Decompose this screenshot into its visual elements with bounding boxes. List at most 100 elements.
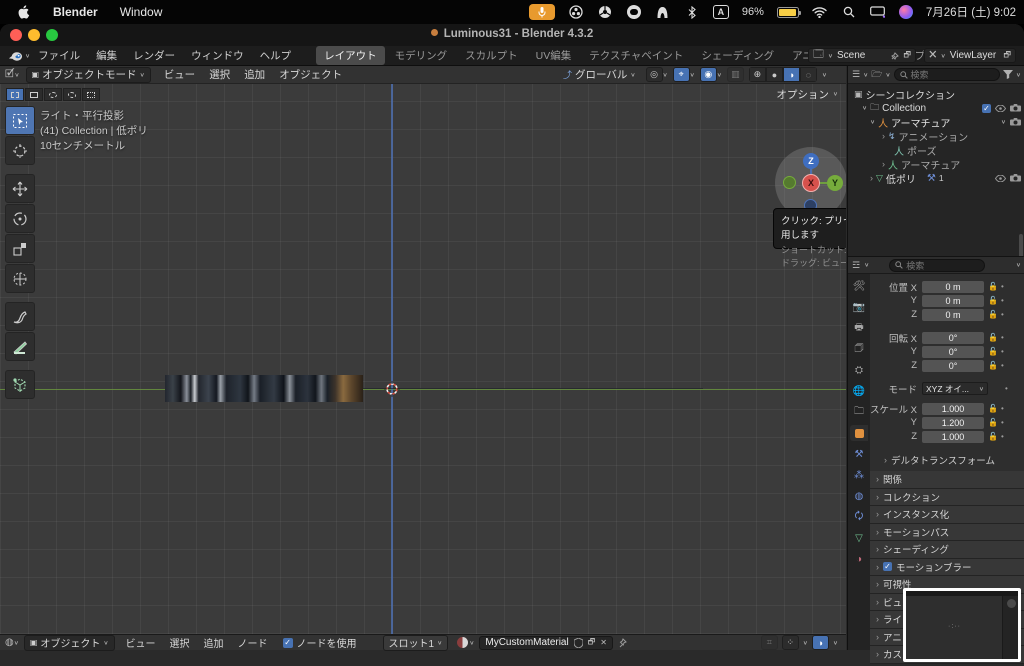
- animate-dot[interactable]: •: [1005, 384, 1008, 393]
- menubar-window-menu[interactable]: Window: [120, 5, 163, 19]
- section-motion-paths[interactable]: › モーションパス: [870, 523, 1024, 541]
- location-z-field[interactable]: 0 m: [922, 308, 984, 321]
- shader-overlay-toggle[interactable]: ◑: [811, 635, 829, 650]
- screen-share-pip-preview[interactable]: ·:··: [903, 588, 1021, 662]
- workspace-tab-uv[interactable]: UV編集: [528, 46, 580, 65]
- select-box-tool[interactable]: [5, 106, 35, 135]
- unpin-icon[interactable]: [891, 51, 900, 60]
- animate-dot[interactable]: •: [1001, 432, 1004, 441]
- shader-menu-add[interactable]: 追加: [197, 635, 231, 650]
- lock-icon[interactable]: 🔓: [988, 432, 998, 441]
- animate-dot[interactable]: •: [1001, 282, 1004, 291]
- outliner-item-armature-data[interactable]: › 人 アーマチュア: [848, 157, 1024, 172]
- tab-object[interactable]: [850, 425, 868, 441]
- scale-y-field[interactable]: 1.200: [922, 416, 984, 429]
- outliner-item-animation[interactable]: › ↯ アニメーション: [848, 129, 1024, 144]
- menu-window[interactable]: ウィンドウ: [183, 48, 252, 63]
- new-scene-icon[interactable]: 🗗: [903, 49, 911, 63]
- motion-blur-checkbox[interactable]: ✓: [883, 562, 892, 572]
- animate-dot[interactable]: •: [1001, 404, 1004, 413]
- menu-edit[interactable]: 編集: [88, 48, 125, 63]
- outliner-item-armature-object[interactable]: ∨ 人 アーマチュア ∨: [848, 115, 1024, 130]
- mic-status-button[interactable]: [528, 4, 555, 20]
- tab-viewlayer[interactable]: 🗇: [850, 341, 868, 357]
- lock-icon[interactable]: 🔓: [988, 361, 998, 370]
- workspace-tab-sculpt[interactable]: スカルプト: [457, 46, 526, 65]
- editor-type-icon[interactable]: 🗹: [5, 66, 14, 84]
- shader-menu-select[interactable]: 選択: [163, 635, 197, 650]
- shader-menu-node[interactable]: ノード: [231, 635, 275, 650]
- claw-status-icon[interactable]: [655, 4, 671, 20]
- animate-dot[interactable]: •: [1001, 418, 1004, 427]
- select-mode-box[interactable]: [25, 88, 43, 101]
- annotate-tool[interactable]: [5, 302, 35, 331]
- eye-icon[interactable]: [995, 174, 1006, 182]
- scale-z-field[interactable]: 1.000: [922, 430, 984, 443]
- eye-icon[interactable]: [995, 104, 1006, 112]
- move-tool[interactable]: [5, 174, 35, 203]
- unlink-material-icon[interactable]: ✕: [600, 638, 607, 647]
- new-viewlayer-icon[interactable]: 🗗: [1003, 49, 1011, 63]
- xray-toggle[interactable]: ▥: [726, 67, 744, 82]
- camera-icon[interactable]: [1010, 118, 1021, 126]
- lock-icon[interactable]: 🔓: [988, 418, 998, 427]
- select-mode-paint[interactable]: [82, 88, 100, 101]
- shading-wireframe-button[interactable]: ⊕: [748, 67, 766, 82]
- apple-logo-icon[interactable]: [18, 5, 31, 19]
- proportional-edit-toggle[interactable]: ◉ ∨: [699, 67, 722, 82]
- lock-icon[interactable]: 🔓: [988, 347, 998, 356]
- animate-dot[interactable]: •: [1001, 310, 1004, 319]
- shading-material-button[interactable]: ◑: [782, 67, 800, 82]
- wheel-status-icon[interactable]: [597, 4, 613, 20]
- add-primitive-tool[interactable]: [5, 370, 35, 399]
- section-collections[interactable]: › コレクション: [870, 488, 1024, 506]
- camera-icon[interactable]: [1010, 104, 1021, 112]
- shading-solid-button[interactable]: ●: [765, 67, 783, 82]
- section-instancing[interactable]: › インスタンス化: [870, 506, 1024, 524]
- outliner-display-mode-icon[interactable]: 🗁: [871, 67, 882, 83]
- gizmo-z-axis[interactable]: Z: [803, 153, 819, 169]
- properties-search-input[interactable]: 検索: [889, 258, 986, 272]
- scale-x-field[interactable]: 1.000: [922, 402, 984, 415]
- material-icon[interactable]: [456, 636, 469, 649]
- animate-dot[interactable]: •: [1001, 347, 1004, 356]
- properties-options-chevron[interactable]: ∨: [1016, 262, 1021, 269]
- outliner-item-scene-collection[interactable]: ▣ シーンコレクション: [848, 87, 1024, 102]
- viewport-menu-add[interactable]: 追加: [237, 67, 272, 82]
- display-status-icon[interactable]: [870, 4, 886, 20]
- animate-dot[interactable]: •: [1001, 333, 1004, 342]
- tab-constraints[interactable]: 🗘: [850, 509, 868, 525]
- menu-help[interactable]: ヘルプ: [252, 48, 300, 63]
- tab-modifiers[interactable]: ⚒: [850, 446, 868, 462]
- fake-user-shield-icon[interactable]: [573, 637, 583, 648]
- battery-icon[interactable]: [776, 6, 801, 18]
- mode-selector[interactable]: ▣ オブジェクトモード ∨: [25, 66, 151, 83]
- subpanel-delta-transform[interactable]: › デルタトランスフォーム: [870, 451, 1024, 469]
- material-slot-selector[interactable]: スロット1 ∨: [382, 634, 449, 651]
- tab-material[interactable]: ◑: [850, 551, 868, 567]
- window-titlebar[interactable]: Luminous31 - Blender 4.3.2: [0, 24, 1024, 46]
- tab-object-data[interactable]: ▽: [850, 530, 868, 546]
- transform-tool[interactable]: [5, 264, 35, 293]
- shader-snap-toggle[interactable]: ⌗: [760, 635, 778, 650]
- input-source-indicator[interactable]: A: [712, 5, 729, 19]
- tab-render[interactable]: 📷: [850, 299, 868, 315]
- outliner-editor-icon[interactable]: ☰: [852, 69, 860, 80]
- new-material-icon[interactable]: 🗗: [588, 636, 596, 650]
- rotation-y-field[interactable]: 0°: [922, 345, 984, 358]
- select-mode-circle[interactable]: [44, 88, 62, 101]
- scene-selector[interactable]: 🗔 ∨ Scene 🗗: [808, 48, 916, 63]
- workspace-tab-texpaint[interactable]: テクスチャペイント: [581, 46, 691, 65]
- lowpoly-mesh-object[interactable]: [165, 375, 363, 402]
- cursor-tool[interactable]: [5, 136, 35, 165]
- workspace-tab-shading[interactable]: シェーディング: [693, 46, 782, 65]
- measure-tool[interactable]: [5, 332, 35, 361]
- viewlayer-selector[interactable]: 🗙 ∨ ViewLayer 🗗: [924, 48, 1016, 63]
- menubar-clock[interactable]: 7月26日 (土) 9:02: [926, 4, 1016, 20]
- location-x-field[interactable]: 0 m: [922, 280, 984, 293]
- wifi-icon[interactable]: [812, 4, 828, 20]
- workspace-tab-layout[interactable]: レイアウト: [316, 46, 385, 65]
- menubar-app-menu[interactable]: Blender: [53, 5, 98, 19]
- blender-logo-icon[interactable]: [8, 50, 23, 62]
- section-shading[interactable]: › シェーディング: [870, 541, 1024, 559]
